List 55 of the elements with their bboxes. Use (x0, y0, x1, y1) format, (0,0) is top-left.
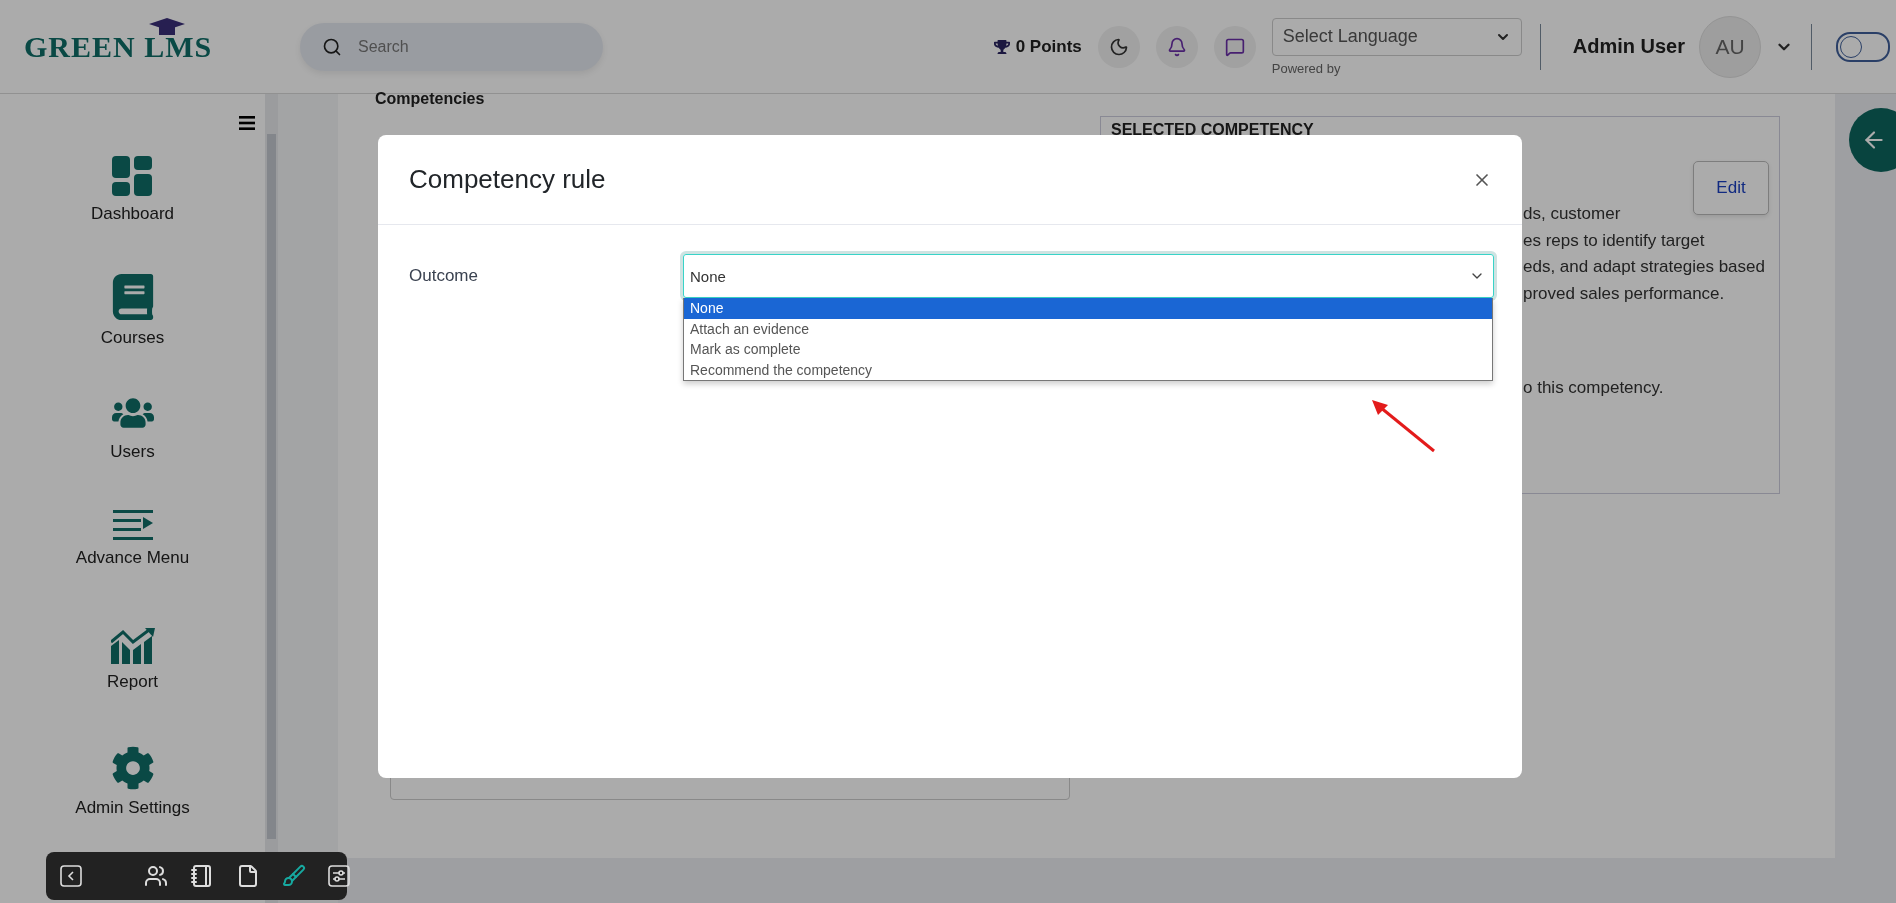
scrollbar-thumb[interactable] (267, 134, 276, 839)
moon-icon (1108, 36, 1129, 57)
chevron-left-icon (60, 865, 82, 887)
sidebar-item[interactable]: Advance Menu (75, 510, 190, 606)
brush-icon (282, 864, 306, 888)
edit-button[interactable]: Edit (1693, 161, 1769, 215)
search-icon (322, 36, 342, 57)
menu-icon[interactable] (239, 116, 255, 130)
outcome-select[interactable]: None (683, 254, 1494, 298)
theme-toggle[interactable] (1836, 31, 1890, 62)
dashboard-icon (112, 156, 153, 196)
dropdown-option[interactable]: Recommend the competency (684, 359, 1492, 380)
section-title: Competencies (375, 90, 486, 108)
chart-icon (110, 628, 155, 664)
graduation-cap-icon (149, 17, 185, 36)
toolbar-button[interactable] (236, 864, 260, 888)
panel-heading: SELECTED COMPETENCY (1111, 121, 1315, 139)
points-text: 0 Points (1015, 36, 1082, 57)
back-button[interactable] (1849, 108, 1896, 172)
sidebar-item[interactable]: Admin Settings (75, 746, 190, 842)
toolbar-button[interactable] (282, 864, 306, 888)
description-text: proved sales performance. (1523, 282, 1726, 305)
trophy-icon (993, 38, 1010, 55)
dropdown-option[interactable]: Attach an evidence (684, 318, 1492, 339)
description-text: eds, and adapt strategies based (1523, 256, 1766, 278)
search-input[interactable]: Search (356, 36, 560, 57)
description-text: ds, customer (1523, 203, 1622, 225)
menu-lines-icon (112, 510, 153, 540)
annotation-arrow (1370, 397, 1438, 455)
toolbar-button[interactable] (60, 865, 82, 887)
user-name: Admin User (1572, 35, 1685, 58)
sidebar-item[interactable]: Users (110, 392, 155, 488)
powered-by-text: Powered by (1271, 60, 1342, 76)
toolbar-button[interactable] (144, 864, 168, 888)
sidebar-item[interactable]: Report (107, 628, 158, 724)
bell-icon (1166, 36, 1187, 57)
sidebar-item[interactable]: Courses (100, 274, 165, 370)
toolbar-button[interactable] (328, 865, 350, 887)
avatar[interactable]: AU (1699, 15, 1761, 78)
logo: GREEN LMS (24, 29, 254, 64)
settings-icon (110, 746, 155, 790)
language-select[interactable]: Select Language (1271, 17, 1522, 56)
chat-icon (1224, 36, 1245, 57)
description-text: o this competency. (1523, 377, 1665, 399)
users-icon (144, 864, 168, 888)
field-label: Outcome (409, 265, 479, 287)
file-icon (236, 864, 260, 888)
modal-title: Competency rule (409, 164, 606, 195)
toolbar-button[interactable] (190, 864, 214, 888)
dropdown-option[interactable]: Mark as complete (684, 339, 1492, 360)
search-field[interactable]: Search (300, 22, 603, 71)
description-text: es reps to identify target (1523, 229, 1706, 252)
notebook-icon (190, 864, 214, 888)
sidebar-item[interactable]: Dashboard (90, 156, 175, 252)
dropdown-option[interactable]: None (684, 298, 1492, 319)
